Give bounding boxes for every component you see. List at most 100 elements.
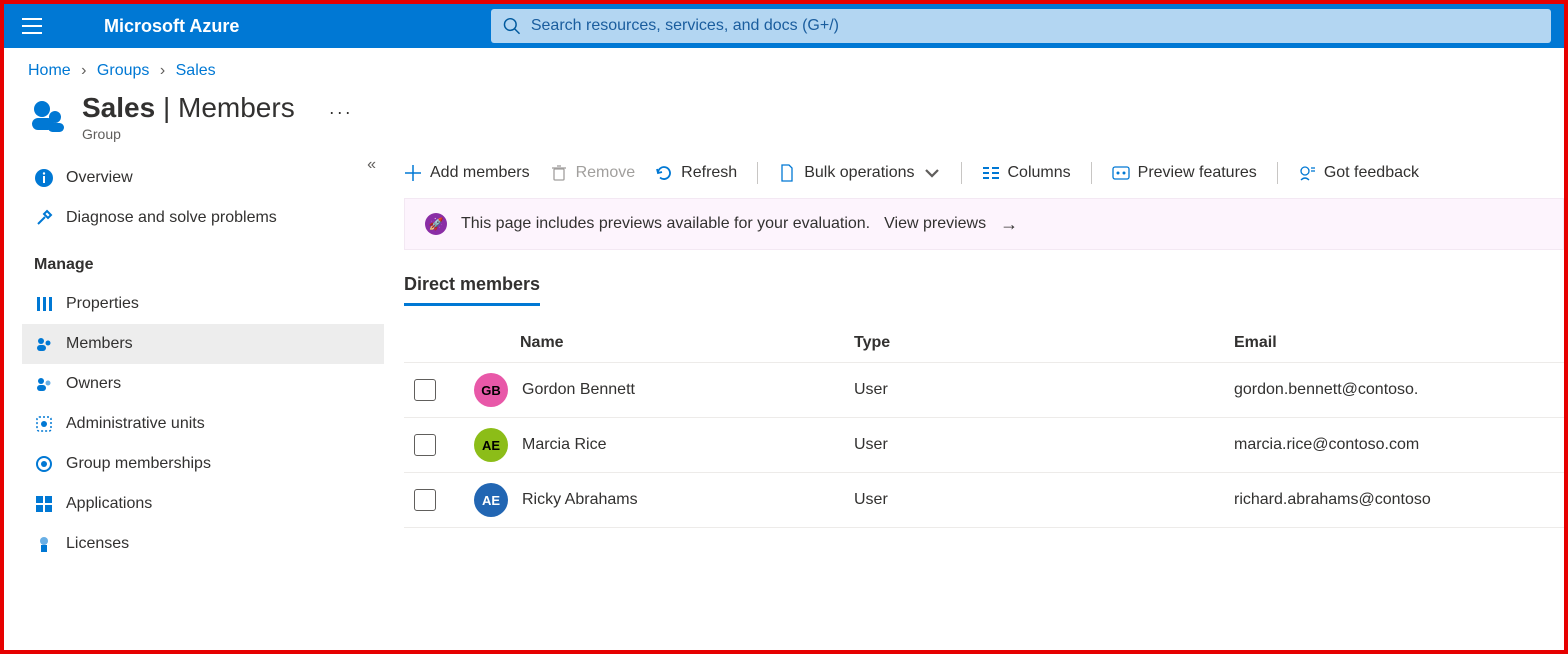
- add-members-button[interactable]: Add members: [404, 164, 530, 182]
- toolbar-label: Remove: [576, 164, 636, 182]
- sidebar-section-manage: Manage: [22, 238, 384, 284]
- toolbar: Add members Remove Refresh Bulk operatio…: [404, 158, 1564, 198]
- toolbar-separator: [961, 162, 962, 184]
- sidebar-label: Members: [66, 335, 133, 353]
- page-header: Sales | Members Group ···: [4, 88, 1564, 158]
- admin-units-icon: [34, 414, 54, 434]
- tabs: Direct members: [404, 274, 1564, 306]
- applications-icon: [34, 494, 54, 514]
- col-type[interactable]: Type: [854, 334, 1234, 352]
- toolbar-separator: [1277, 162, 1278, 184]
- wrench-icon: [34, 208, 54, 228]
- breadcrumb-sales[interactable]: Sales: [176, 62, 216, 79]
- licenses-icon: [34, 534, 54, 554]
- brand-link[interactable]: Microsoft Azure: [104, 16, 239, 37]
- sidebar-item-members[interactable]: Members: [22, 324, 384, 364]
- member-name-link[interactable]: Ricky Abrahams: [522, 491, 638, 509]
- banner-text: This page includes previews available fo…: [461, 215, 870, 233]
- col-email[interactable]: Email: [1234, 334, 1564, 352]
- properties-icon: [34, 294, 54, 314]
- refresh-button[interactable]: Refresh: [655, 164, 737, 182]
- sidebar-label: Group memberships: [66, 455, 211, 473]
- sidebar-item-properties[interactable]: Properties: [22, 284, 384, 324]
- col-name[interactable]: Name: [474, 334, 854, 352]
- feedback-button[interactable]: Got feedback: [1298, 164, 1419, 182]
- tab-direct-members[interactable]: Direct members: [404, 274, 540, 306]
- row-checkbox[interactable]: [414, 489, 436, 511]
- title-block: Sales | Members Group: [82, 92, 295, 142]
- sidebar-item-admin-units[interactable]: Administrative units: [22, 404, 384, 444]
- sidebar-item-group-memberships[interactable]: Group memberships: [22, 444, 384, 484]
- row-checkbox[interactable]: [414, 379, 436, 401]
- breadcrumb: Home › Groups › Sales: [4, 48, 1564, 88]
- group-memberships-icon: [34, 454, 54, 474]
- preview-features-button[interactable]: Preview features: [1112, 164, 1257, 182]
- search-wrap: [491, 9, 1556, 43]
- toolbar-label: Bulk operations: [804, 164, 914, 182]
- hamburger-menu-button[interactable]: [12, 6, 52, 46]
- sidebar-item-diagnose[interactable]: Diagnose and solve problems: [22, 198, 384, 238]
- search-box[interactable]: [491, 9, 1551, 43]
- trash-icon: [550, 164, 568, 182]
- toolbar-separator: [1091, 162, 1092, 184]
- bulk-operations-button[interactable]: Bulk operations: [778, 164, 940, 182]
- sidebar-label: Applications: [66, 495, 152, 513]
- member-email: marcia.rice@contoso.com: [1234, 436, 1564, 454]
- sidebar-item-overview[interactable]: Overview: [22, 158, 384, 198]
- hamburger-icon: [22, 18, 42, 34]
- more-actions-button[interactable]: ···: [329, 102, 353, 123]
- info-icon: [34, 168, 54, 188]
- collapse-sidebar-button[interactable]: «: [367, 156, 376, 174]
- plus-icon: [404, 164, 422, 182]
- member-name-link[interactable]: Gordon Bennett: [522, 381, 635, 399]
- toolbar-label: Refresh: [681, 164, 737, 182]
- search-input[interactable]: [531, 17, 1539, 35]
- toolbar-label: Columns: [1008, 164, 1071, 182]
- breadcrumb-sep: ›: [160, 62, 165, 79]
- member-email: richard.abrahams@contoso: [1234, 491, 1564, 509]
- preview-icon: [1112, 164, 1130, 182]
- banner-link[interactable]: View previews: [884, 215, 986, 233]
- sidebar-label: Owners: [66, 375, 121, 393]
- sidebar-item-owners[interactable]: Owners: [22, 364, 384, 404]
- sidebar-item-licenses[interactable]: Licenses: [22, 524, 384, 564]
- arrow-right-icon: →: [1000, 214, 1018, 235]
- toolbar-separator: [757, 162, 758, 184]
- sidebar-label: Licenses: [66, 535, 129, 553]
- page-title: Sales | Members: [82, 92, 295, 124]
- chevron-down-icon: [923, 164, 941, 182]
- rocket-icon: 🚀: [425, 213, 447, 235]
- table-row[interactable]: AERicky AbrahamsUserrichard.abrahams@con…: [404, 473, 1564, 528]
- avatar: GB: [474, 373, 508, 407]
- search-icon: [503, 17, 521, 35]
- row-checkbox[interactable]: [414, 434, 436, 456]
- sidebar-label: Properties: [66, 295, 139, 313]
- columns-icon: [982, 164, 1000, 182]
- breadcrumb-groups[interactable]: Groups: [97, 62, 149, 79]
- member-type: User: [854, 491, 1234, 509]
- preview-banner: 🚀 This page includes previews available …: [404, 198, 1564, 250]
- group-icon: [28, 96, 68, 136]
- table-row[interactable]: GB Gordon Bennett Usergordon.bennett@conto…: [404, 363, 1564, 418]
- table-row[interactable]: AEMarcia RiceUsermarcia.rice@contoso.com: [404, 418, 1564, 473]
- page-title-rest: | Members: [155, 92, 295, 123]
- columns-button[interactable]: Columns: [982, 164, 1071, 182]
- members-table: Name Type Email GBGordon BennettUsergord…: [404, 324, 1564, 528]
- top-bar: Microsoft Azure: [4, 4, 1564, 48]
- member-email: gordon.bennett@contoso.: [1234, 381, 1564, 399]
- document-icon: [778, 164, 796, 182]
- main-content: Add members Remove Refresh Bulk operatio…: [384, 158, 1564, 654]
- toolbar-label: Got feedback: [1324, 164, 1419, 182]
- body: « Overview Diagnose and solve problems M…: [4, 158, 1564, 654]
- breadcrumb-home[interactable]: Home: [28, 62, 71, 79]
- member-name-link[interactable]: Marcia Rice: [522, 436, 606, 454]
- member-type: User: [854, 381, 1234, 399]
- sidebar-item-applications[interactable]: Applications: [22, 484, 384, 524]
- page-title-strong: Sales: [82, 92, 155, 123]
- breadcrumb-sep: ›: [81, 62, 86, 79]
- sidebar-label: Administrative units: [66, 415, 205, 433]
- table-header: Name Type Email: [404, 324, 1564, 363]
- owners-icon: [34, 374, 54, 394]
- toolbar-label: Add members: [430, 164, 530, 182]
- remove-button: Remove: [550, 164, 636, 182]
